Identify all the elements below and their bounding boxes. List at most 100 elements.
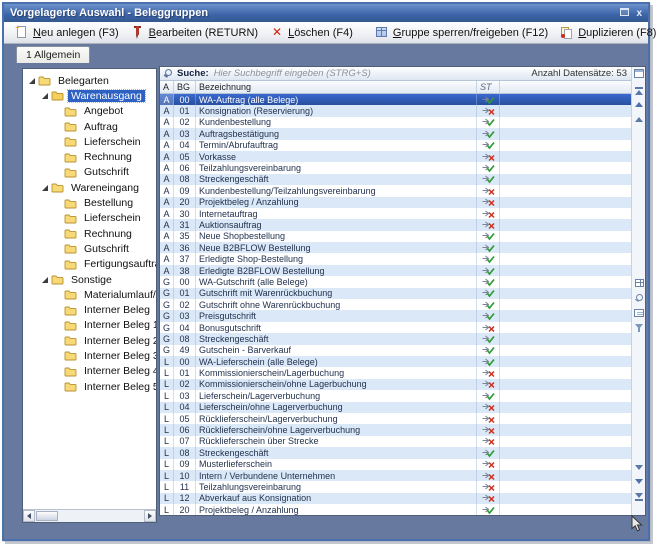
scroll-left-icon[interactable] bbox=[23, 510, 35, 522]
neu-anlegen-f3-button[interactable]: Neu anlegen (F3) bbox=[10, 25, 124, 40]
tree-item-belegarten[interactable]: Belegarten bbox=[23, 73, 156, 88]
scrollbar-thumb[interactable] bbox=[36, 511, 58, 521]
l-schen-f4-button[interactable]: ✕Löschen (F4) bbox=[265, 25, 358, 40]
page-up-icon[interactable] bbox=[632, 117, 646, 122]
filter-icon[interactable] bbox=[632, 324, 646, 329]
table-row-l-06[interactable]: L06Rücklieferschein/ohne Lagerverbuchung bbox=[160, 424, 631, 435]
tab-allgemein[interactable]: 1 Allgemein bbox=[16, 46, 90, 63]
scroll-top-icon[interactable] bbox=[632, 87, 646, 95]
scroll-bottom-icon[interactable] bbox=[632, 493, 646, 501]
table-row-a-38[interactable]: A38Erledigte B2BFLOW Bestellung bbox=[160, 265, 631, 276]
search-bar[interactable]: Suche: Hier Suchbegriff eingeben (STRG+S… bbox=[160, 67, 631, 81]
tree-item-interner-beleg[interactable]: Interner Beleg bbox=[23, 302, 156, 317]
tree-item-label: Interner Beleg 2 (PPS) bbox=[81, 335, 156, 347]
table-row-a-36[interactable]: A36Neue B2BFLOW Bestellung bbox=[160, 242, 631, 253]
tree-expander-icon[interactable] bbox=[29, 78, 35, 84]
table-row-a-09[interactable]: A09Kundenbestellung/Teilzahlungsvereinba… bbox=[160, 185, 631, 196]
cell-status bbox=[477, 208, 500, 219]
tree-item-rechnung[interactable]: Rechnung bbox=[23, 226, 156, 241]
table-row-a-04[interactable]: A04Termin/Abrufauftrag bbox=[160, 140, 631, 151]
tree-item-rechnung[interactable]: Rechnung bbox=[23, 149, 156, 164]
table-row-l-03[interactable]: L03Lieferschein/Lagerverbuchung bbox=[160, 390, 631, 401]
tree-item-bestellung[interactable]: Bestellung bbox=[23, 195, 156, 210]
table-row-g-00[interactable]: G00WA-Gutschrift (alle Belege) bbox=[160, 276, 631, 287]
tree-item-interner-beleg-2-pps[interactable]: Interner Beleg 2 (PPS) bbox=[23, 333, 156, 348]
title-bar[interactable]: Vorgelagerte Auswahl - Beleggruppen x bbox=[4, 4, 648, 22]
table-row-a-03[interactable]: A03Auftragsbestätigung bbox=[160, 128, 631, 139]
column-header-st[interactable]: ST bbox=[477, 81, 500, 93]
table-row-a-37[interactable]: A37Erledigte Shop-Bestellung bbox=[160, 253, 631, 264]
close-button[interactable]: x bbox=[636, 8, 642, 19]
table-row-a-06[interactable]: A06Teilzahlungsvereinbarung bbox=[160, 162, 631, 173]
tree-item-auftrag[interactable]: Auftrag bbox=[23, 119, 156, 134]
column-header-a[interactable]: A bbox=[160, 81, 174, 93]
table-row-l-09[interactable]: L09Musterlieferschein bbox=[160, 459, 631, 470]
tree-item-gutschrift[interactable]: Gutschrift bbox=[23, 241, 156, 256]
scroll-right-icon[interactable] bbox=[144, 510, 156, 522]
tree-item-lieferschein[interactable]: Lieferschein bbox=[23, 134, 156, 149]
tree-item-angebot[interactable]: Angebot bbox=[23, 104, 156, 119]
quick-search-icon[interactable] bbox=[632, 294, 646, 303]
table-row-l-04[interactable]: L04Lieferschein/ohne Lagerverbuchung bbox=[160, 402, 631, 413]
table-row-a-35[interactable]: A35Neue Shopbestellung bbox=[160, 231, 631, 242]
table-row-g-49[interactable]: G49Gutschein - Barverkauf bbox=[160, 345, 631, 356]
tree-item-fertigungsauftrag-pps[interactable]: Fertigungsauftrag (PPS) bbox=[23, 257, 156, 272]
tree-item-warenausgang[interactable]: Warenausgang bbox=[23, 88, 156, 103]
table-row-l-05[interactable]: L05Rücklieferschein/Lagerverbuchung bbox=[160, 413, 631, 424]
table-row-g-03[interactable]: G03Preisgutschrift bbox=[160, 310, 631, 321]
column-header-bg[interactable]: BG bbox=[174, 81, 196, 93]
tree-expander-icon[interactable] bbox=[42, 277, 48, 283]
tree-horizontal-scrollbar[interactable] bbox=[23, 509, 156, 522]
column-header-bezeichnung[interactable]: Bezeichnung bbox=[196, 81, 477, 93]
table-row-l-10[interactable]: L10Intern / Verbundene Unternehmen bbox=[160, 470, 631, 481]
table-row-l-08[interactable]: L08Streckengeschäft bbox=[160, 447, 631, 458]
scroll-down-icon[interactable] bbox=[632, 479, 646, 484]
table-row-a-20[interactable]: A20Projektbeleg / Anzahlung bbox=[160, 197, 631, 208]
tree-expander-icon[interactable] bbox=[42, 93, 48, 99]
table-row-l-07[interactable]: L07Rücklieferschein über Strecke bbox=[160, 436, 631, 447]
bearbeiten-return-button[interactable]: Bearbeiten (RETURN) bbox=[126, 25, 263, 40]
scrollbar-track[interactable] bbox=[35, 510, 144, 522]
tree-item-interner-beleg-4-pps[interactable]: Interner Beleg 4 (PPS) bbox=[23, 364, 156, 379]
table-view-icon[interactable] bbox=[632, 279, 646, 287]
table-row-g-04[interactable]: G04Bonusgutschrift bbox=[160, 322, 631, 333]
tree-item-interner-beleg-3-pps[interactable]: Interner Beleg 3 (PPS) bbox=[23, 348, 156, 363]
tree-item-interner-beleg-5-pps[interactable]: Interner Beleg 5 (PPS) bbox=[23, 379, 156, 394]
table-row-a-00[interactable]: A00WA-Auftrag (alle Belege) bbox=[160, 94, 631, 105]
cell-bg: 06 bbox=[174, 424, 196, 435]
index-cards-icon[interactable] bbox=[632, 309, 646, 317]
scroll-up-icon[interactable] bbox=[632, 102, 646, 107]
gruppe-sperren-freigeben-f12-button[interactable]: Gruppe sperren/freigeben (F12) bbox=[370, 25, 553, 40]
table-header[interactable]: A BG Bezeichnung ST bbox=[160, 81, 631, 94]
table-row-a-01[interactable]: A01Konsignation (Reservierung) bbox=[160, 105, 631, 116]
search-input[interactable]: Hier Suchbegriff eingeben (STRG+S) bbox=[214, 68, 532, 79]
table-row-l-02[interactable]: L02Kommissionierschein/ohne Lagerbuchung bbox=[160, 379, 631, 390]
restore-button[interactable] bbox=[620, 8, 629, 19]
tree-item-sonstige[interactable]: Sonstige bbox=[23, 272, 156, 287]
table-row-a-02[interactable]: A02Kundenbestellung bbox=[160, 117, 631, 128]
cell-status bbox=[477, 265, 500, 276]
column-chooser-icon[interactable] bbox=[632, 69, 646, 78]
cell-status bbox=[477, 424, 500, 435]
table-row-l-20[interactable]: L20Projektbeleg / Anzahlung bbox=[160, 504, 631, 515]
table-row-l-00[interactable]: L00WA-Lieferschein (alle Belege) bbox=[160, 356, 631, 367]
table-row-l-12[interactable]: L12Abverkauf aus Konsignation bbox=[160, 493, 631, 504]
table-row-a-05[interactable]: A05Vorkasse bbox=[160, 151, 631, 162]
table-row-g-02[interactable]: G02Gutschrift ohne Warenrückbuchung bbox=[160, 299, 631, 310]
table-row-a-08[interactable]: A08Streckengeschäft bbox=[160, 174, 631, 185]
tree-item-lieferschein[interactable]: Lieferschein bbox=[23, 211, 156, 226]
table-row-l-01[interactable]: L01Kommissionierschein/Lagerbuchung bbox=[160, 367, 631, 378]
table-row-a-31[interactable]: A31Auktionsauftrag bbox=[160, 219, 631, 230]
page-down-icon[interactable] bbox=[632, 465, 646, 470]
table-row-g-08[interactable]: G08Streckengeschäft bbox=[160, 333, 631, 344]
tree-item-gutschrift[interactable]: Gutschrift bbox=[23, 165, 156, 180]
tree-expander-icon[interactable] bbox=[42, 185, 48, 191]
tree-item-interner-beleg-1-pps[interactable]: Interner Beleg 1 (PPS) bbox=[23, 318, 156, 333]
table-row-g-01[interactable]: G01Gutschrift mit Warenrückbuchung bbox=[160, 288, 631, 299]
tree-item-label: Rechnung bbox=[81, 228, 135, 240]
tree-item-wareneingang[interactable]: Wareneingang bbox=[23, 180, 156, 195]
duplizieren-f8-button[interactable]: Duplizieren (F8) bbox=[555, 25, 658, 40]
table-row-l-11[interactable]: L11Teilzahlungsvereinbarung bbox=[160, 481, 631, 492]
tree-item-materialumlauf-reparatur[interactable]: Materialumlauf/Reparatur bbox=[23, 287, 156, 302]
table-row-a-30[interactable]: A30Internetauftrag bbox=[160, 208, 631, 219]
